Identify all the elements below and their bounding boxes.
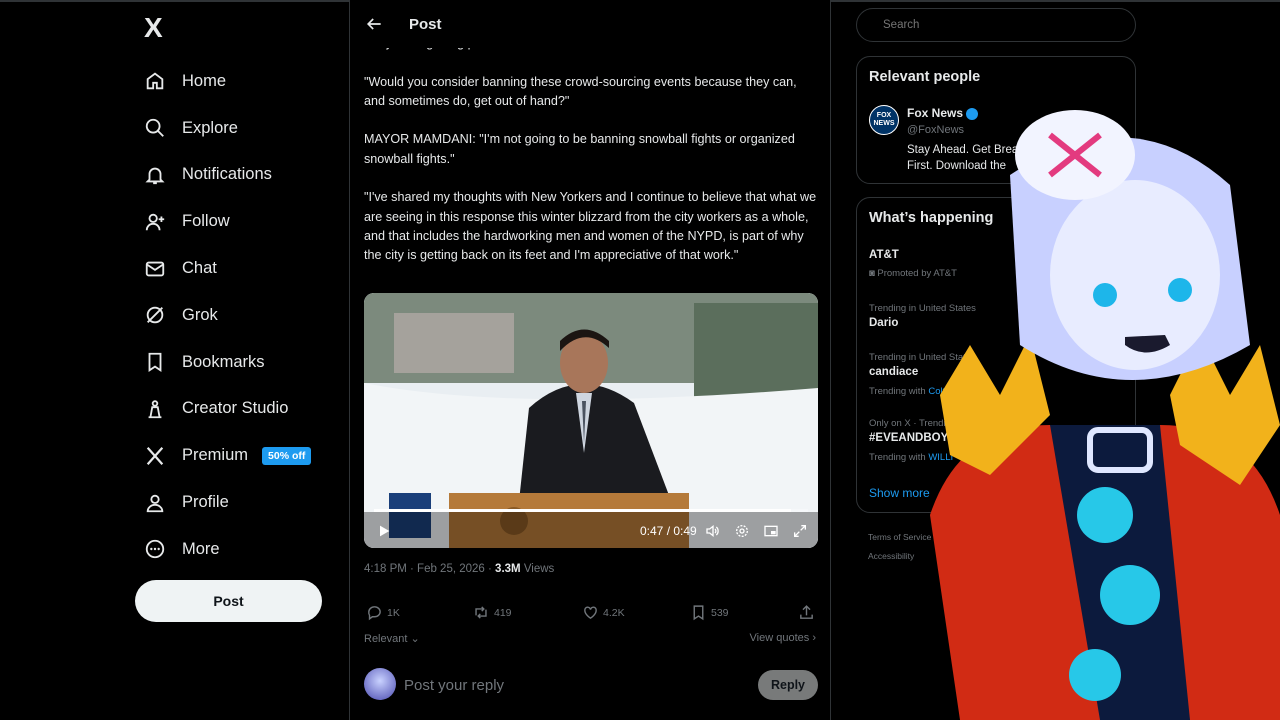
more-icon xyxy=(142,536,168,562)
view-quotes-link[interactable]: View quotes › xyxy=(750,632,816,644)
sidebar-item-label: Grok xyxy=(182,305,218,324)
video-progress-bar[interactable] xyxy=(374,509,791,512)
repost-icon xyxy=(475,606,487,619)
sidebar-item-label: Creator Studio xyxy=(182,399,289,418)
reply-sort-label: Relevant xyxy=(364,633,408,645)
reply-input[interactable]: Post your reply xyxy=(404,677,504,694)
sidebar-item-follow[interactable]: Follow xyxy=(142,198,311,245)
settings-icon[interactable] xyxy=(734,523,750,539)
tweet-meta: 4:18 PM · Feb 25, 2026 · 3.3M Views xyxy=(364,563,554,575)
chevron-down-icon: ⌄ xyxy=(407,633,420,645)
reply-icon xyxy=(368,606,381,621)
reply-composer: Post your reply Reply xyxy=(364,668,819,704)
compose-post-button[interactable]: Post xyxy=(135,580,322,622)
relevant-people-title: Relevant people xyxy=(869,69,981,85)
reply-button[interactable]: Reply xyxy=(758,670,818,700)
trend-title[interactable]: Dario xyxy=(869,317,898,329)
views-count: 3.3M xyxy=(495,563,521,575)
x-icon xyxy=(142,443,168,469)
trend-title[interactable]: AT&T xyxy=(869,249,899,261)
search-input[interactable] xyxy=(856,8,1136,42)
sidebar-item-more[interactable]: More xyxy=(142,526,311,573)
person-icon xyxy=(142,490,168,516)
sidebar-item-label: More xyxy=(182,539,220,558)
video-player[interactable]: 0:47 / 0:49 xyxy=(364,293,818,548)
search-icon xyxy=(142,115,168,141)
video-time: 0:47 / 0:49 xyxy=(640,524,697,538)
picture-in-picture-icon[interactable] xyxy=(763,523,779,539)
back-arrow-icon[interactable] xyxy=(364,14,384,34)
premium-discount-badge: 50% off xyxy=(262,446,312,465)
play-icon[interactable] xyxy=(376,523,392,539)
sidebar-item-profile[interactable]: Profile xyxy=(142,479,311,526)
repost-count: 419 xyxy=(494,606,512,619)
sidebar-item-chat[interactable]: Chat xyxy=(142,245,311,292)
reply-action[interactable]: 1K xyxy=(366,604,400,621)
sidebar-item-notifications[interactable]: Notifications xyxy=(142,152,311,199)
sidebar-item-label: Chat xyxy=(182,259,217,278)
sidebar-item-premium[interactable]: Premium 50% off xyxy=(142,432,312,479)
post-column: Post They were getting pelted themselves… xyxy=(349,0,831,720)
bell-icon xyxy=(142,162,168,188)
views-label: Views xyxy=(520,563,555,575)
reply-count: 1K xyxy=(387,606,400,619)
grok-icon xyxy=(142,302,168,328)
sidebar-item-label: Premium xyxy=(182,446,249,465)
sidebar-item-label: Profile xyxy=(182,493,229,512)
like-action[interactable]: 4.2K xyxy=(582,604,625,621)
bookmark-icon xyxy=(693,605,704,621)
like-count: 4.2K xyxy=(603,606,625,619)
follow-icon xyxy=(142,209,168,235)
vtuber-avatar-overlay xyxy=(930,110,1280,720)
share-icon xyxy=(800,605,813,619)
sidebar-item-explore[interactable]: Explore xyxy=(142,105,311,152)
x-logo[interactable]: X xyxy=(144,12,163,44)
heart-icon xyxy=(584,606,597,620)
share-action[interactable] xyxy=(798,604,819,621)
reply-sort-dropdown[interactable]: Relevant ⌄ xyxy=(364,632,420,645)
volume-icon[interactable] xyxy=(705,523,721,539)
avatar[interactable] xyxy=(364,668,396,700)
repost-action[interactable]: 419 xyxy=(472,604,512,621)
sidebar-item-creator-studio[interactable]: Creator Studio xyxy=(142,386,311,433)
bookmark-icon xyxy=(142,349,168,375)
sidebar-item-home[interactable]: Home xyxy=(142,58,311,105)
fox-news-avatar[interactable]: FOX NEWS xyxy=(869,105,899,135)
sidebar-item-label: Follow xyxy=(182,212,230,231)
bookmark-count: 539 xyxy=(711,606,729,619)
view-quotes-label: View quotes xyxy=(749,632,810,644)
sidebar-item-label: Explore xyxy=(182,118,238,137)
tweet-text: They were getting pelted themselves... "… xyxy=(364,36,817,263)
fullscreen-icon[interactable] xyxy=(792,523,808,539)
tweet-timestamp[interactable]: 4:18 PM · Feb 25, 2026 · xyxy=(364,563,495,575)
home-icon xyxy=(142,68,168,94)
tweet-actions: 1K 419 4.2K 539 xyxy=(364,602,819,624)
page-title: Post xyxy=(409,16,442,33)
sidebar-item-label: Bookmarks xyxy=(182,352,265,371)
sidebar-item-label: Home xyxy=(182,71,227,90)
sidebar-item-grok[interactable]: Grok xyxy=(142,292,311,339)
sidebar-item-bookmarks[interactable]: Bookmarks xyxy=(142,339,311,386)
bookmark-action[interactable]: 539 xyxy=(690,604,729,621)
post-header: Post xyxy=(350,0,830,48)
chevron-right-icon: › xyxy=(809,632,816,644)
sidebar-nav: Home Explore Notifications Follow Chat G… xyxy=(142,58,312,573)
mail-icon xyxy=(142,256,168,282)
sidebar-item-label: Notifications xyxy=(182,165,272,184)
creator-icon xyxy=(142,396,168,422)
